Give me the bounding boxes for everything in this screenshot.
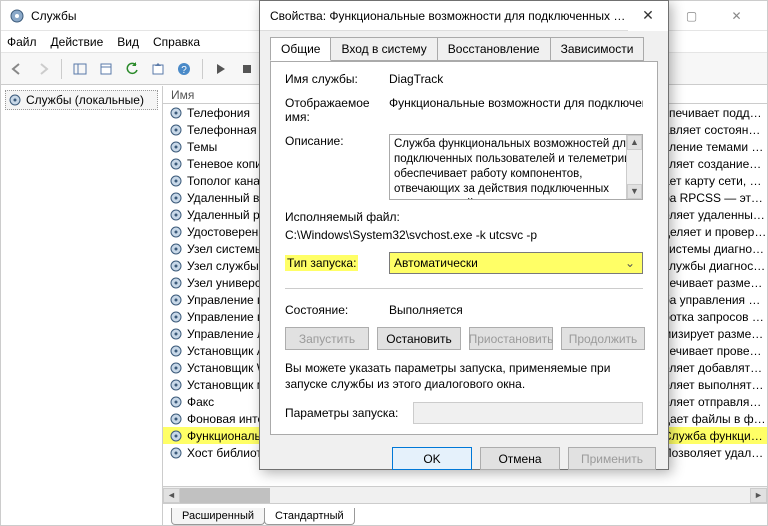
tab-extended[interactable]: Расширенный (171, 508, 265, 525)
tree-root-item[interactable]: Службы (локальные) (5, 90, 158, 110)
scroll-thumb[interactable] (180, 488, 270, 503)
service-desc-cell: мизирует разме… (657, 327, 767, 341)
service-desc-cell: печивает размещ… (657, 276, 767, 290)
toolbar-properties-button[interactable] (94, 57, 118, 81)
startup-type-combobox[interactable]: Автоматически ⌄ (389, 252, 643, 274)
value-display-name: Функциональные возможности для подключен… (389, 96, 643, 110)
dialog-close-button[interactable]: ✕ (628, 1, 668, 31)
menu-file[interactable]: Файл (7, 35, 37, 49)
dialog-tabs: Общие Вход в систему Восстановление Зави… (260, 31, 668, 61)
service-desc-cell: оляет удаленны… (657, 208, 767, 222)
service-desc-cell: вляет созданием… (657, 157, 767, 171)
scroll-left-button[interactable]: ◄ (163, 488, 180, 503)
label-service-name: Имя службы: (285, 72, 381, 86)
service-desc-cell: ает карту сети, … (657, 174, 767, 188)
label-startup-type: Тип запуска: (285, 255, 358, 271)
label-exe: Исполняемый файл: (285, 210, 643, 224)
ok-button[interactable]: OK (392, 447, 472, 470)
menu-view[interactable]: Вид (117, 35, 139, 49)
tree-root-label: Службы (локальные) (26, 93, 144, 107)
start-button[interactable]: Запустить (285, 327, 369, 350)
value-service-name[interactable]: DiagTrack (389, 72, 443, 86)
description-textbox[interactable]: Служба функциональных возможностей для п… (389, 134, 643, 200)
close-button[interactable]: ✕ (714, 1, 759, 31)
service-desc-cell: деляет и провер… (657, 225, 767, 239)
service-desc-cell: вление темами … (657, 140, 767, 154)
column-header-name[interactable]: Имя (171, 88, 194, 102)
service-desc-cell: оляет отправля… (657, 395, 767, 409)
service-desc-cell: дает файлы в ф… (657, 412, 767, 426)
tab-dependencies[interactable]: Зависимости (550, 37, 645, 61)
stop-button[interactable]: Остановить (377, 327, 461, 350)
services-app-icon (9, 8, 25, 24)
label-display-name: Отображаемое имя: (285, 96, 381, 124)
tab-logon[interactable]: Вход в систему (330, 37, 437, 61)
launch-params-input[interactable] (413, 402, 643, 424)
service-desc-cell: ба RPCSS — это … (657, 191, 767, 205)
service-desc-cell: печивает прове… (657, 344, 767, 358)
toolbar-start-button[interactable] (209, 57, 233, 81)
service-desc-cell: службы диагност… (657, 259, 767, 273)
dialog-footer: OK Отмена Применить (260, 441, 668, 480)
toolbar-refresh-button[interactable] (120, 57, 144, 81)
view-tabs: Расширенный Стандартный (163, 503, 767, 525)
cancel-button[interactable]: Отмена (480, 447, 560, 470)
value-exe: C:\Windows\System32\svchost.exe -k utcsv… (285, 228, 643, 242)
pause-button[interactable]: Приостановить (469, 327, 553, 350)
toolbar-export-button[interactable] (146, 57, 170, 81)
toolbar-stop-button[interactable] (235, 57, 259, 81)
resume-button[interactable]: Продолжить (561, 327, 645, 350)
horizontal-scrollbar[interactable]: ◄ ► (163, 486, 767, 503)
scroll-up-button[interactable]: ▲ (627, 135, 642, 150)
toolbar-show-hide-button[interactable] (68, 57, 92, 81)
service-desc-cell: Позволяет удаленны… (657, 446, 767, 460)
tab-recovery[interactable]: Восстановление (437, 37, 551, 61)
service-desc-cell: оляет добавлять… (657, 361, 767, 375)
label-state: Состояние: (285, 303, 381, 317)
service-desc-cell: авляет состояние … (657, 123, 767, 137)
tab-general[interactable]: Общие (270, 37, 331, 61)
service-desc-cell: оляет выполнят… (657, 378, 767, 392)
toolbar-help-button[interactable]: ? (172, 57, 196, 81)
service-desc-cell: спечивает подде… (657, 106, 767, 120)
value-description: Служба функциональных возможностей для п… (394, 138, 632, 200)
service-properties-dialog: Свойства: Функциональные возможности для… (259, 0, 669, 470)
scroll-down-button[interactable]: ▼ (627, 184, 642, 199)
service-desc-cell: системы диагно… (657, 242, 767, 256)
dialog-title: Свойства: Функциональные возможности для… (270, 9, 628, 23)
maximize-button[interactable]: ▢ (669, 1, 714, 31)
menu-help[interactable]: Справка (153, 35, 200, 49)
service-desc-cell: ботка запросов … (657, 310, 767, 324)
tree-panel: Службы (локальные) (1, 86, 163, 525)
chevron-down-icon: ⌄ (622, 256, 638, 270)
main-title: Службы (31, 9, 76, 23)
launch-params-note: Вы можете указать параметры запуска, при… (285, 360, 643, 392)
tab-general-page: Имя службы: DiagTrack Отображаемое имя: … (270, 61, 658, 435)
service-desc-cell: Служба функционал… (657, 429, 767, 443)
label-description: Описание: (285, 134, 381, 148)
scroll-right-button[interactable]: ► (750, 488, 767, 503)
toolbar-forward-button[interactable] (31, 57, 55, 81)
description-scrollbar[interactable]: ▲ ▼ (626, 135, 642, 199)
startup-type-value: Автоматически (394, 256, 622, 270)
toolbar-back-button[interactable] (5, 57, 29, 81)
value-state: Выполняется (389, 303, 643, 317)
label-launch-params: Параметры запуска: (285, 406, 405, 420)
tab-standard[interactable]: Стандартный (264, 508, 355, 525)
apply-button[interactable]: Применить (568, 447, 656, 470)
gear-icon (8, 93, 22, 107)
menu-action[interactable]: Действие (51, 35, 104, 49)
svg-text:?: ? (181, 65, 187, 76)
dialog-titlebar[interactable]: Свойства: Функциональные возможности для… (260, 1, 668, 31)
service-desc-cell: ба управления … (657, 293, 767, 307)
